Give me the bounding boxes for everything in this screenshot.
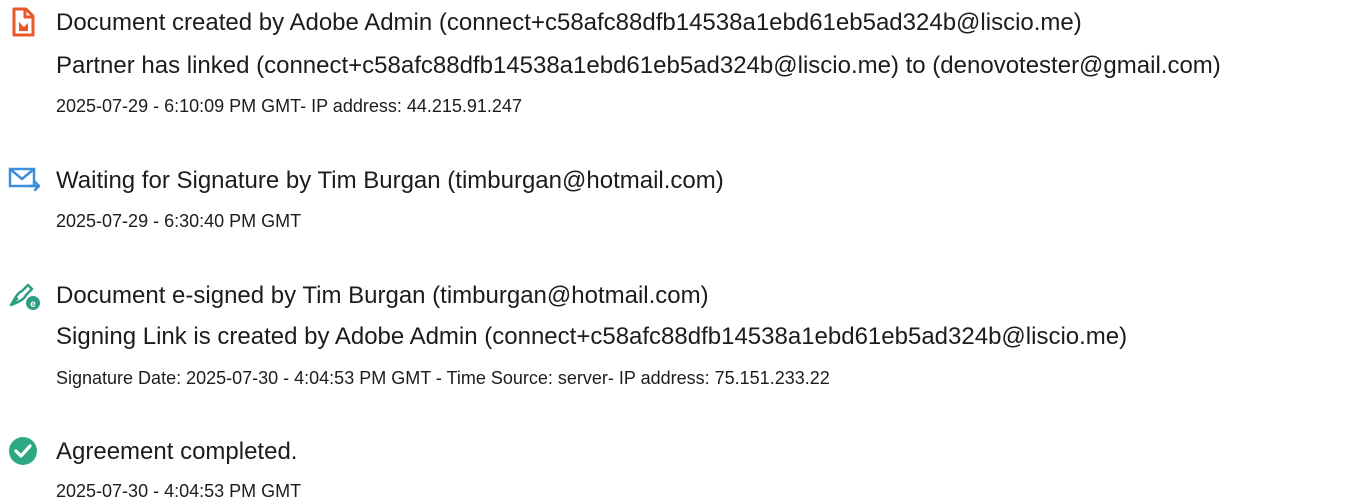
event-timestamp: 2025-07-29 - 6:30:40 PM GMT xyxy=(56,211,302,231)
event-description: Waiting for Signature by Tim Burgan (tim… xyxy=(56,167,724,194)
email-sent-icon xyxy=(8,163,41,195)
event-description: Agreement completed. xyxy=(56,438,298,465)
event-description: Partner has linked (connect+c58afc88dfb1… xyxy=(56,52,1221,79)
svg-text:e: e xyxy=(30,299,36,310)
esign-pen-icon: e xyxy=(8,279,40,311)
event-timestamp: 2025-07-29 - 6:10:09 PM GMT- IP address:… xyxy=(56,96,522,116)
event-description: Document e-signed by Tim Burgan (timburg… xyxy=(56,282,709,309)
event-description: Document created by Adobe Admin (connect… xyxy=(56,9,1082,36)
event-timestamp: Signature Date: 2025-07-30 - 4:04:53 PM … xyxy=(56,368,830,388)
event-timestamp: 2025-07-30 - 4:04:53 PM GMT xyxy=(56,481,302,501)
checkmark-circle-icon xyxy=(8,435,40,467)
document-created-icon xyxy=(8,6,40,38)
event-description: Signing Link is created by Adobe Admin (… xyxy=(56,323,1128,350)
